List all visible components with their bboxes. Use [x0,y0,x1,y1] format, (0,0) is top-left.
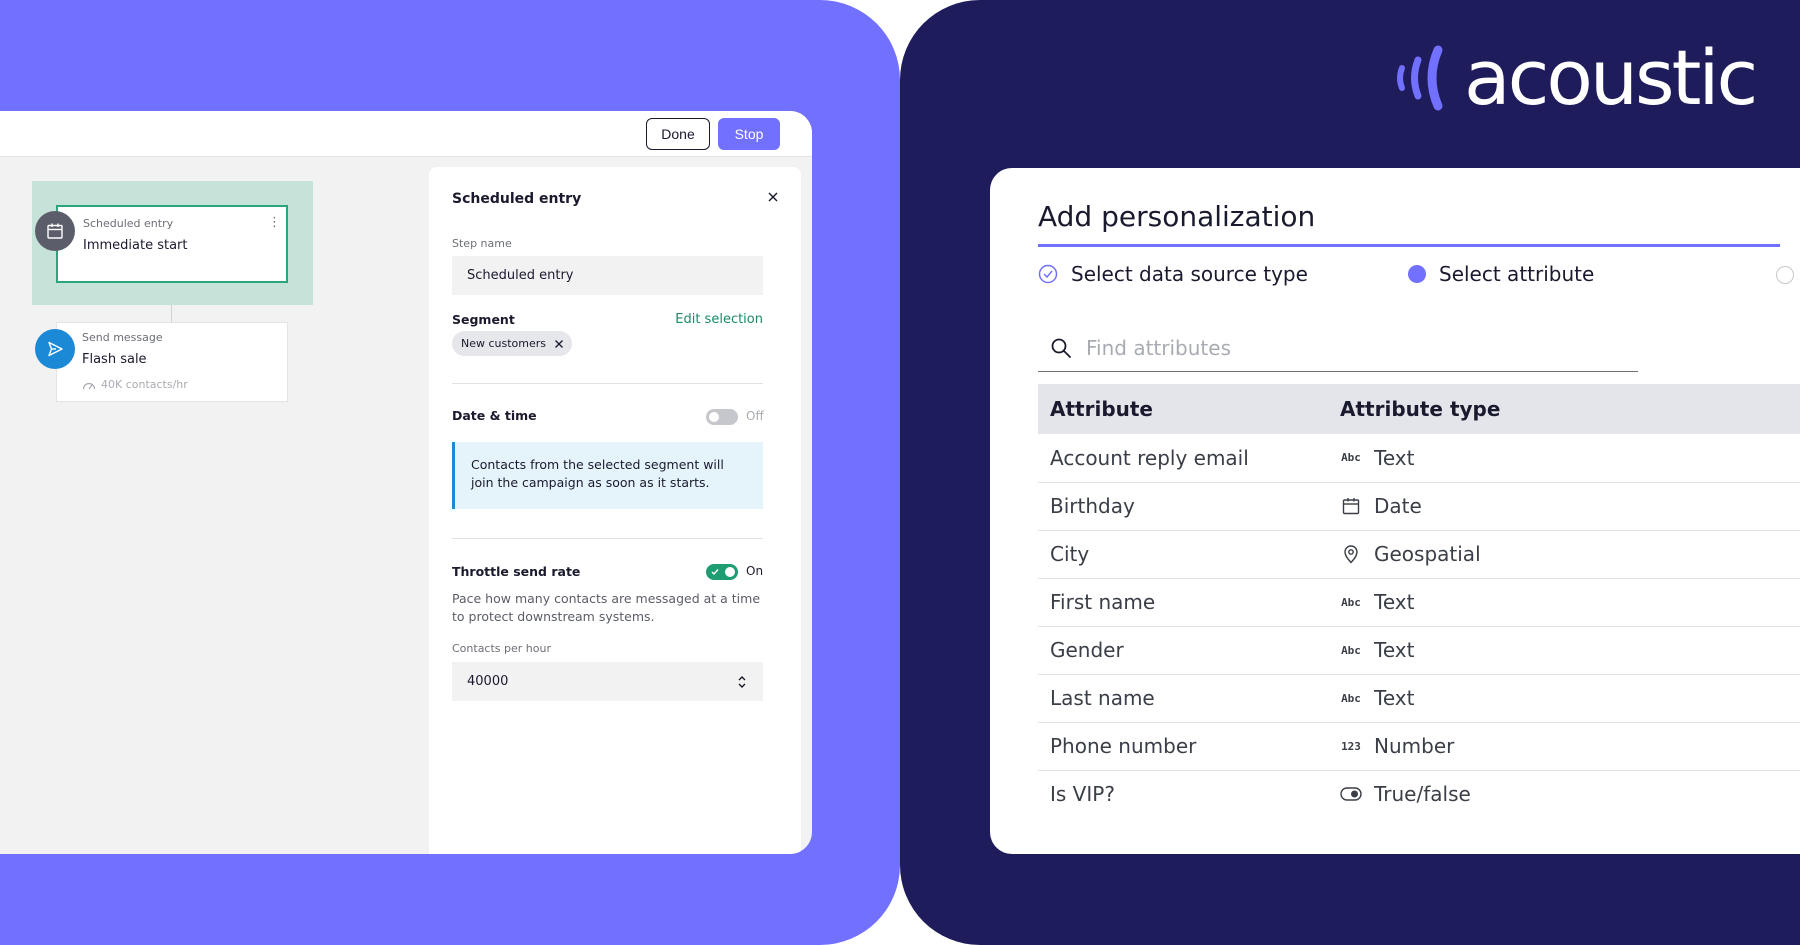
current-step-icon [1408,265,1426,283]
flow-node-scheduled-entry[interactable]: Scheduled entry Immediate start ⋮ [56,205,288,283]
send-icon [35,329,75,369]
attribute-name: Gender [1038,626,1328,675]
text-icon: Abc [1341,451,1361,465]
node-type-label: Scheduled entry [83,217,174,230]
check-circle-icon [1038,264,1058,284]
node-title: Immediate start [83,238,188,253]
more-options-icon[interactable]: ⋮ [268,215,281,231]
search-icon [1051,338,1071,358]
panel-title: Scheduled entry [452,191,582,207]
attribute-search [1038,324,1638,372]
speedometer-icon [82,382,96,389]
segment-chip: New customers [452,331,573,356]
info-notification: Contacts from the selected segment will … [452,442,763,509]
step-name-input[interactable] [452,256,763,295]
datetime-heading: Date & time [452,408,537,423]
progress-bar [1038,244,1780,247]
calendar-icon [35,211,75,251]
divider [452,538,763,539]
table-row[interactable]: Last name Abc Text [1038,674,1800,723]
flow-node-send-message[interactable]: Send message Flash sale 40K contacts/hr [56,322,288,402]
table-row[interactable]: Birthday Date [1038,482,1800,531]
sound-waves-icon [1397,45,1443,111]
edit-selection-link[interactable]: Edit selection [675,312,763,327]
contacts-per-hour-input[interactable] [452,662,763,701]
node-type-label: Send message [82,331,163,344]
contacts-per-hour-field [452,662,763,701]
attribute-name: Account reply email [1038,434,1328,483]
step-settings-panel: Scheduled entry Step name Segment Edit s… [429,167,801,854]
datetime-toggle-label: Off [746,409,764,423]
step-label: Select data source type [1071,262,1308,286]
done-button[interactable]: Done [646,118,710,150]
attribute-type: Number [1374,734,1455,758]
toolbar: Done Stop [0,111,812,157]
campaign-builder-window: Done Stop Scheduled entry Immediate star… [0,111,812,854]
throttle-heading: Throttle send rate [452,564,581,579]
table-row[interactable]: First name Abc Text [1038,578,1800,627]
attribute-name: Last name [1038,674,1328,723]
attribute-name: City [1038,530,1328,579]
acoustic-logo: acoustic [1388,33,1758,122]
attribute-type: Text [1374,590,1415,614]
node-title: Flash sale [82,352,147,367]
table-row[interactable]: City Geospatial [1038,530,1800,579]
throttle-description: Pace how many contacts are messaged at a… [452,591,761,624]
contacts-per-hour-label: Contacts per hour [452,642,551,655]
stop-button[interactable]: Stop [718,118,780,150]
throttle-toggle-label: On [746,564,764,578]
attribute-type: Date [1374,494,1422,518]
segment-heading: Segment [452,312,515,327]
page-title: Add personalization [1038,200,1316,233]
segment-chip-label: New customers [461,337,547,350]
divider [452,383,763,384]
attribute-type: True/false [1374,782,1471,807]
attribute-type: Geospatial [1374,542,1481,566]
table-row[interactable]: Gender Abc Text [1038,626,1800,675]
number-icon: 123 [1341,739,1361,753]
send-rate: 40K contacts/hr [82,378,188,391]
text-icon: Abc [1341,691,1361,705]
attribute-type: Text [1374,638,1415,662]
column-header-attribute-type[interactable]: Attribute type [1328,384,1800,434]
step-label: Select attribute [1439,262,1595,286]
calendar-icon [1340,495,1362,517]
step-name-label: Step name [452,237,512,250]
attribute-name: Is VIP? [1050,782,1115,807]
step-pending-icon [1776,266,1794,284]
step-select-data-source[interactable]: Select data source type [1038,262,1308,286]
brand-name: acoustic [1464,33,1758,122]
send-rate-text: 40K contacts/hr [101,378,188,391]
datetime-toggle[interactable] [706,409,738,425]
table-row[interactable]: Account reply email Abc Text [1038,434,1800,483]
column-header-attribute[interactable]: Attribute [1038,384,1328,434]
close-icon[interactable] [767,191,779,203]
location-pin-icon [1340,543,1362,565]
text-icon: Abc [1341,643,1361,657]
attribute-table: Attribute Attribute type Account reply e… [1038,384,1800,818]
stepper-icon[interactable] [737,673,747,691]
remove-icon[interactable] [554,339,564,349]
add-personalization-window: Add personalization Select data source t… [990,168,1800,854]
attribute-name: First name [1038,578,1328,627]
attribute-name: Birthday [1038,482,1328,531]
attribute-type: Text [1374,445,1415,470]
table-row[interactable]: Phone number 123 Number [1038,722,1800,771]
step-select-attribute[interactable]: Select attribute [1408,262,1594,286]
table-row[interactable]: Is VIP? True/false [1038,770,1800,818]
table-header-row: Attribute Attribute type [1038,384,1800,434]
toggle-icon [1340,783,1362,805]
throttle-toggle[interactable] [706,564,738,580]
attribute-type: Text [1374,686,1415,710]
attribute-name: Phone number [1038,722,1328,771]
search-input[interactable] [1086,335,1606,360]
text-icon: Abc [1341,595,1361,609]
check-icon [711,569,719,576]
